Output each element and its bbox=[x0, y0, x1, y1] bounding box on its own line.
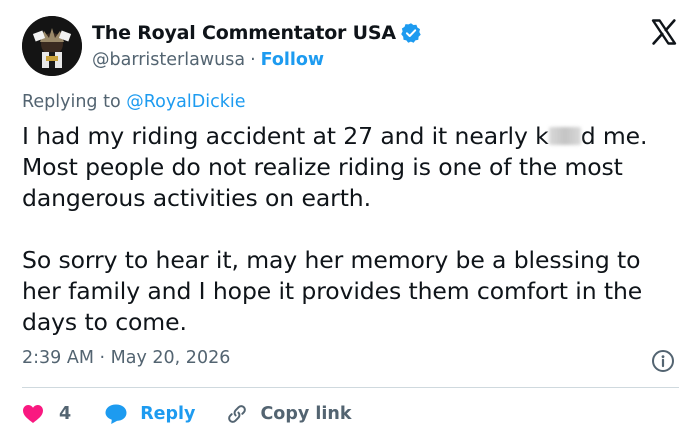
tweet-paragraph: So sorry to hear it, may her memory be a… bbox=[22, 246, 643, 336]
handle-separator: · bbox=[250, 50, 256, 70]
author-handle-row: @barristerlawusa · Follow bbox=[92, 47, 324, 73]
like-button[interactable]: 4 bbox=[22, 404, 71, 424]
tweet-timestamp[interactable]: 2:39 AM · May 20, 2026 bbox=[22, 348, 230, 368]
reply-context-prefix: Replying to bbox=[22, 92, 121, 112]
like-count: 4 bbox=[59, 404, 72, 424]
author-handle[interactable]: @barristerlawusa bbox=[92, 50, 245, 70]
reply-label: Reply bbox=[140, 404, 196, 424]
avatar-icon bbox=[22, 16, 82, 76]
tweet-text-part: I had my riding accident at 27 and it ne… bbox=[22, 122, 549, 150]
tweet-actions: 4 Reply Copy link bbox=[22, 400, 351, 428]
divider bbox=[22, 387, 679, 388]
tweet-text-part: d bbox=[580, 122, 596, 150]
heart-icon bbox=[23, 405, 43, 423]
reply-mention-link[interactable]: @RoyalDickie bbox=[126, 92, 245, 112]
tweet-text: I had my riding accident at 27 and it ne… bbox=[22, 121, 682, 338]
author-display-name[interactable]: The Royal Commentator USA bbox=[92, 22, 396, 44]
timestamp-separator: · bbox=[99, 348, 106, 368]
author-name-row: The Royal Commentator USA bbox=[92, 20, 422, 46]
copy-link-button[interactable]: Copy link bbox=[225, 402, 351, 426]
follow-button[interactable]: Follow bbox=[261, 50, 324, 70]
reply-button[interactable]: Reply bbox=[104, 403, 195, 425]
reply-bubble-icon bbox=[105, 404, 127, 424]
tweet-time: 2:39 AM bbox=[22, 348, 94, 368]
info-icon[interactable] bbox=[651, 349, 675, 373]
link-icon bbox=[228, 405, 247, 423]
avatar[interactable] bbox=[22, 16, 82, 76]
x-logo-icon[interactable] bbox=[650, 18, 678, 46]
copy-link-label: Copy link bbox=[260, 404, 352, 424]
redaction-blur bbox=[548, 127, 581, 145]
reply-context: Replying to @RoyalDickie bbox=[22, 92, 246, 112]
tweet-paragraph: I had my riding accident at 27 and it ne… bbox=[22, 121, 682, 214]
tweet-card: The Royal Commentator USA @barristerlawu… bbox=[0, 0, 700, 440]
verified-badge-icon bbox=[400, 22, 422, 44]
tweet-date: May 20, 2026 bbox=[110, 348, 231, 368]
